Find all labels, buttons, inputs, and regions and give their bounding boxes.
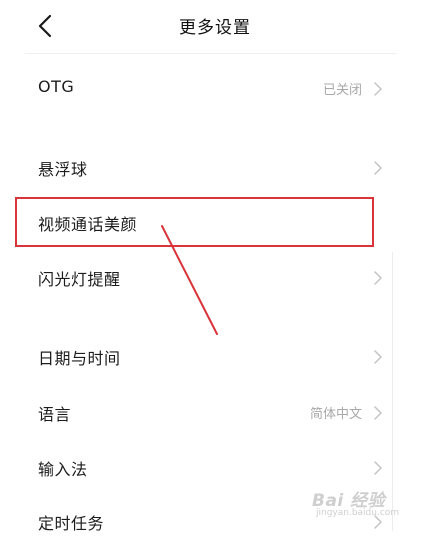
header-divider [25,53,397,54]
page-title: 更多设置 [179,18,251,38]
setting-label: 日期与时间 [38,349,121,368]
divider-line [392,252,393,531]
chevron-right-icon [374,461,382,475]
setting-row-language[interactable]: 语言 简体中文 [0,391,430,435]
chevron-right-icon [374,161,382,175]
setting-row-video-call-beauty[interactable]: 视频通话美颜 [0,201,430,245]
setting-row-floating-ball[interactable]: 悬浮球 [0,146,430,190]
header-bar: 更多设置 [0,0,430,52]
setting-row-date-time[interactable]: 日期与时间 [0,335,430,379]
chevron-right-icon [374,515,382,529]
setting-label: 输入法 [38,460,88,479]
setting-row-input-method[interactable]: 输入法 [0,446,430,490]
setting-label: 悬浮球 [38,160,88,179]
chevron-right-icon [374,271,382,285]
chevron-right-icon [374,406,382,420]
setting-row-flash-reminder[interactable]: 闪光灯提醒 [0,256,430,300]
setting-label: 闪光灯提醒 [38,270,121,289]
setting-label: 语言 [38,405,72,424]
setting-row-otg[interactable]: OTG 已关闭 [0,67,430,111]
setting-row-scheduled-tasks[interactable]: 定时任务 [0,500,430,544]
setting-label: OTG [38,77,75,96]
setting-value: 简体中文 [309,407,362,422]
setting-label: 定时任务 [38,514,105,533]
setting-label: 视频通话美颜 [38,215,138,234]
chevron-right-icon [374,350,382,364]
chevron-right-icon [374,82,382,96]
setting-value: 已关闭 [322,83,362,98]
